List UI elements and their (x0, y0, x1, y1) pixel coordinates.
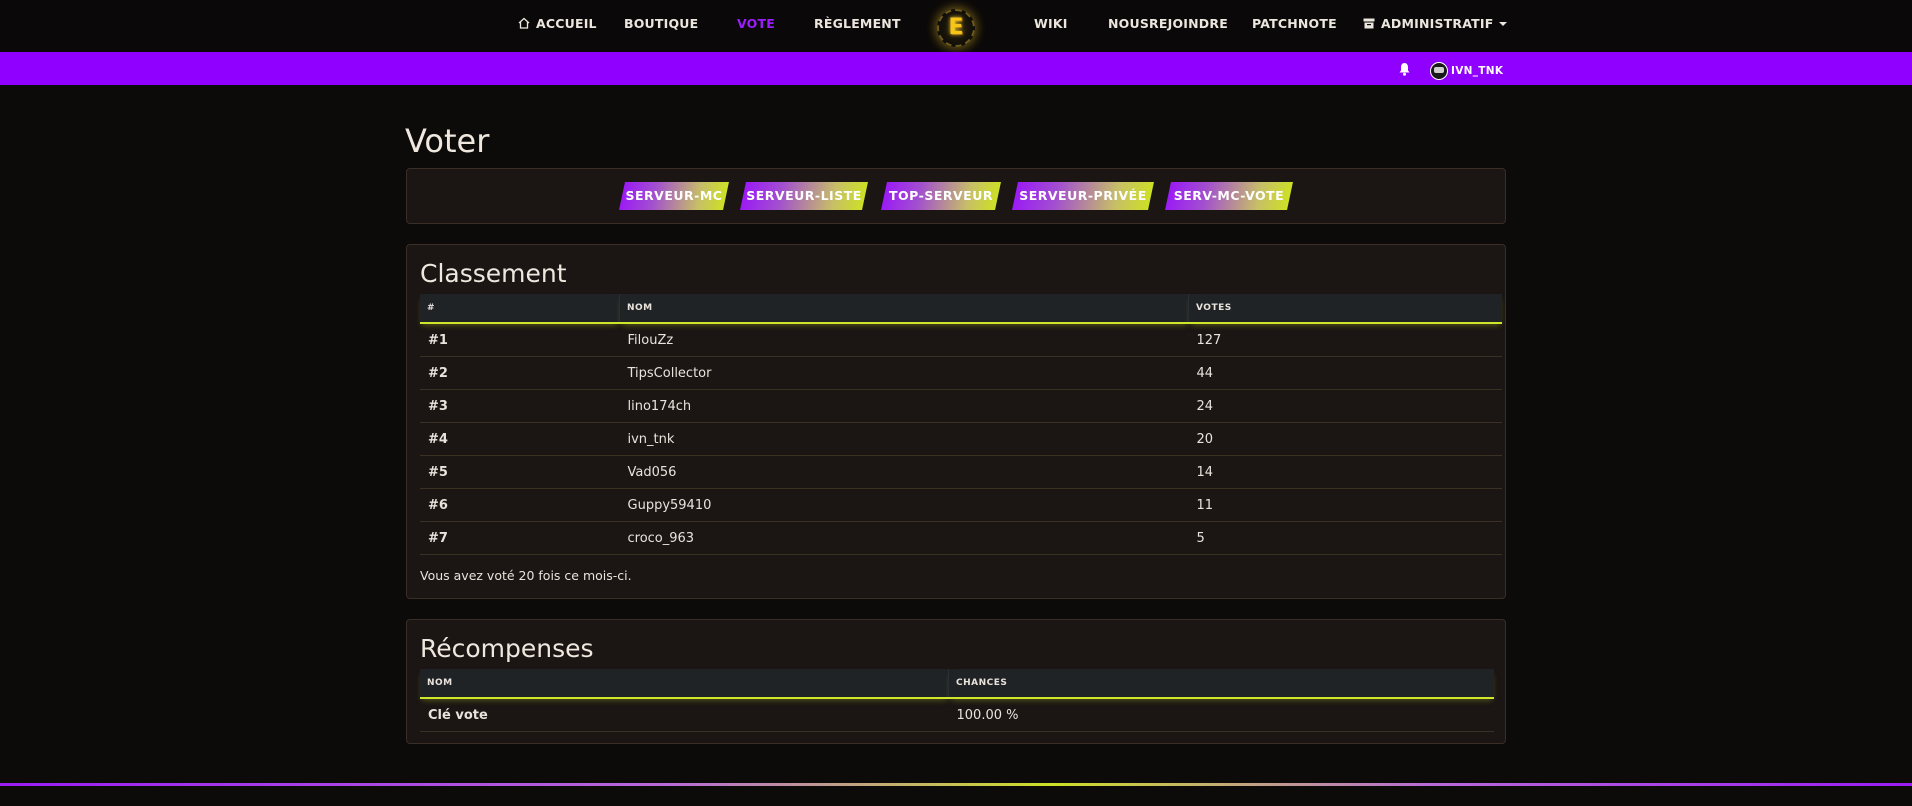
votes-cell: 20 (1188, 422, 1502, 456)
user-bar: IVN_TNK (0, 52, 1912, 85)
table-row: #1 FilouZz 127 (420, 323, 1502, 357)
player-name-cell: Vad056 (619, 455, 1189, 489)
player-name-cell: Guppy59410 (619, 488, 1189, 522)
nav-nousrejoindre[interactable]: NOUSREJOINDRE (1108, 0, 1228, 48)
player-name-cell: croco_963 (619, 521, 1189, 555)
player-name-cell: TipsCollector (619, 356, 1189, 390)
col-rank: # (420, 294, 620, 324)
player-name-cell: FilouZz (619, 323, 1189, 357)
rank-cell: #3 (420, 389, 620, 423)
nav-reglement[interactable]: RÈGLEMENT (814, 0, 901, 48)
footer (0, 786, 1912, 806)
rank-cell: #5 (420, 455, 620, 489)
table-row: #5 Vad056 14 (420, 455, 1502, 489)
votes-cell: 14 (1188, 455, 1502, 489)
rank-cell: #6 (420, 488, 620, 522)
rank-cell: #1 (420, 323, 620, 357)
table-row: #7 croco_963 5 (420, 521, 1502, 555)
table-row: Clé vote 100.00 % (420, 698, 1494, 732)
bell-icon[interactable] (1398, 61, 1411, 80)
user-menu[interactable]: IVN_TNK (1430, 60, 1504, 80)
nav-wiki[interactable]: WIKI (1034, 0, 1068, 48)
table-header-row: NOM CHANCES (420, 669, 1494, 699)
classement-card: Classement # NOM VOTES #1 FilouZz 127 #2 Ti… (406, 244, 1506, 599)
nav-boutique[interactable]: BOUTIQUE (624, 0, 698, 48)
table-row: #2 TipsCollector 44 (420, 356, 1502, 390)
col-name: NOM (619, 294, 1189, 324)
classement-title: Classement (420, 259, 567, 288)
home-icon (518, 1, 530, 49)
player-name-cell: lino174ch (619, 389, 1189, 423)
player-name-cell: ivn_tnk (619, 422, 1189, 456)
archive-icon (1363, 1, 1375, 49)
nav-vote[interactable]: VOTE (737, 0, 775, 48)
col-votes: VOTES (1188, 294, 1502, 324)
reward-name-cell: Clé vote (420, 698, 949, 732)
nav-administratif-label: ADMINISTRATIF (1381, 16, 1494, 31)
vote-site-button[interactable]: TOP-SERVEUR (881, 182, 1001, 210)
recompenses-card: Récompenses NOM CHANCES Clé vote 100.00 % (406, 619, 1506, 744)
vote-site-button[interactable]: SERV-MC-VOTE (1165, 182, 1293, 210)
rank-cell: #4 (420, 422, 620, 456)
rank-cell: #7 (420, 521, 620, 555)
votes-cell: 11 (1188, 488, 1502, 522)
vote-site-button[interactable]: SERVEUR-PRIVÉE (1012, 182, 1154, 210)
reward-chance-cell: 100.00 % (948, 698, 1494, 732)
page-title: Voter (405, 122, 490, 160)
table-row: #4 ivn_tnk 20 (420, 422, 1502, 456)
table-row: #3 lino174ch 24 (420, 389, 1502, 423)
nav-administratif[interactable]: ADMINISTRATIF (1363, 0, 1508, 49)
classement-table: # NOM VOTES #1 FilouZz 127 #2 TipsCollector… (420, 294, 1502, 555)
top-navbar: ACCUEIL BOUTIQUE VOTE RÈGLEMENT E WIKI N… (0, 0, 1912, 52)
recompenses-table: NOM CHANCES Clé vote 100.00 % (420, 669, 1494, 732)
nav-accueil[interactable]: ACCUEIL (518, 0, 597, 48)
col-chances: CHANCES (948, 669, 1494, 699)
nav-patchnote[interactable]: PATCHNOTE (1252, 0, 1337, 48)
votes-cell: 44 (1188, 356, 1502, 390)
rank-cell: #2 (420, 356, 620, 390)
vote-sites-card: SERVEUR-MC SERVEUR-LISTE TOP-SERVEUR SER… (406, 168, 1506, 224)
vote-count-note: Vous avez voté 20 fois ce mois-ci. (420, 568, 632, 583)
avatar (1430, 61, 1448, 80)
username: IVN_TNK (1451, 64, 1504, 77)
chevron-down-icon (1499, 22, 1508, 26)
vote-site-button[interactable]: SERVEUR-MC (619, 182, 729, 210)
votes-cell: 127 (1188, 323, 1502, 357)
table-row: #6 Guppy59410 11 (420, 488, 1502, 522)
table-header-row: # NOM VOTES (420, 294, 1502, 324)
votes-cell: 5 (1188, 521, 1502, 555)
votes-cell: 24 (1188, 389, 1502, 423)
nav-accueil-label: ACCUEIL (536, 16, 597, 31)
recompenses-title: Récompenses (420, 634, 594, 663)
server-logo[interactable]: E (937, 9, 975, 47)
col-reward-name: NOM (420, 669, 949, 699)
vote-site-button[interactable]: SERVEUR-LISTE (740, 182, 868, 210)
